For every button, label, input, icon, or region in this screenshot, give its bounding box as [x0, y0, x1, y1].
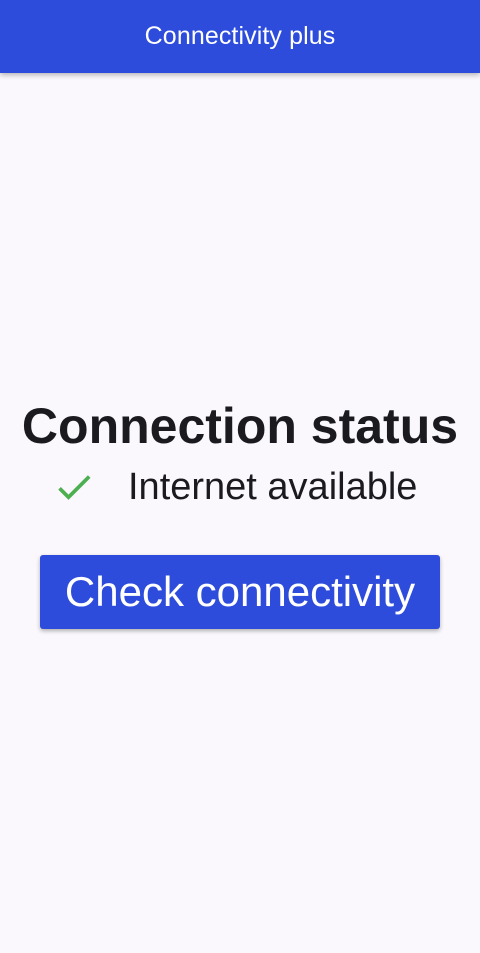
check-connectivity-button[interactable]: Check connectivity	[40, 555, 440, 629]
main-content: Connection status Internet available Che…	[0, 73, 480, 953]
connection-status-row: Internet available	[52, 462, 417, 512]
app-title: Connectivity plus	[144, 22, 336, 50]
connection-status-text: Internet available	[128, 465, 418, 508]
check-icon	[58, 475, 91, 500]
connection-status-heading: Connection status	[21, 398, 459, 454]
app-bar: Connectivity plus	[0, 0, 480, 73]
